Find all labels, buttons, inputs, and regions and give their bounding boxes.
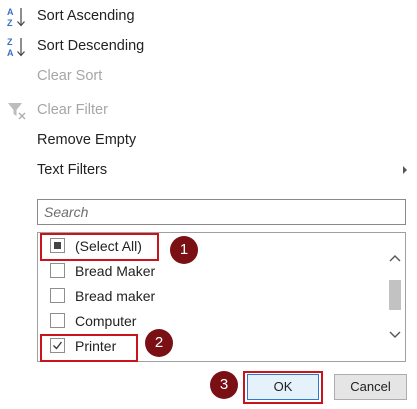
highlight-select-all xyxy=(40,233,159,261)
svg-text:A: A xyxy=(7,7,14,17)
menu-remove-empty[interactable]: Remove Empty xyxy=(0,127,417,155)
cancel-button[interactable]: Cancel xyxy=(334,374,407,400)
search-input[interactable] xyxy=(38,200,405,224)
menu-clear-filter-label: Clear Filter xyxy=(37,102,108,118)
svg-text:Z: Z xyxy=(7,18,13,28)
highlight-printer xyxy=(40,334,138,362)
menu-remove-empty-label: Remove Empty xyxy=(37,132,137,148)
submenu-arrow-icon xyxy=(403,166,407,174)
menu-clear-sort[interactable]: Clear Sort xyxy=(0,63,417,91)
list-scrollbar[interactable] xyxy=(385,233,405,361)
search-box xyxy=(37,199,406,225)
scroll-down-icon[interactable] xyxy=(385,327,405,343)
highlight-ok xyxy=(243,371,323,404)
menu-clear-filter[interactable]: Clear Filter xyxy=(0,97,417,125)
menu-clear-sort-label: Clear Sort xyxy=(37,68,103,84)
menu-sort-descending-label: Sort Descending xyxy=(37,38,145,54)
menu-text-filters-label: Text Filters xyxy=(37,162,108,178)
menu-sort-descending[interactable]: Z A Sort Descending xyxy=(0,33,417,61)
menu-sort-ascending[interactable]: A Z Sort Ascending xyxy=(0,3,417,31)
computer-checkbox[interactable] xyxy=(50,313,65,328)
step-badge-1: 1 xyxy=(170,236,198,264)
list-item-label: Computer xyxy=(75,313,137,329)
list-item-label: Bread maker xyxy=(75,288,156,304)
sort-descending-icon: Z A xyxy=(6,35,30,59)
svg-text:A: A xyxy=(7,48,14,58)
scroll-up-icon[interactable] xyxy=(385,251,405,267)
bread-maker-checkbox[interactable] xyxy=(50,263,65,278)
bread-maker-lower-checkbox[interactable] xyxy=(50,288,65,303)
step-badge-3: 3 xyxy=(210,371,238,399)
scroll-thumb[interactable] xyxy=(389,280,401,310)
list-item-label: Bread Maker xyxy=(75,263,156,279)
menu-sort-ascending-label: Sort Ascending xyxy=(37,8,135,24)
clear-filter-icon xyxy=(6,100,30,122)
svg-text:Z: Z xyxy=(7,37,13,47)
step-badge-2: 2 xyxy=(145,329,173,357)
sort-ascending-icon: A Z xyxy=(6,5,30,29)
menu-text-filters[interactable]: Text Filters xyxy=(0,157,417,185)
